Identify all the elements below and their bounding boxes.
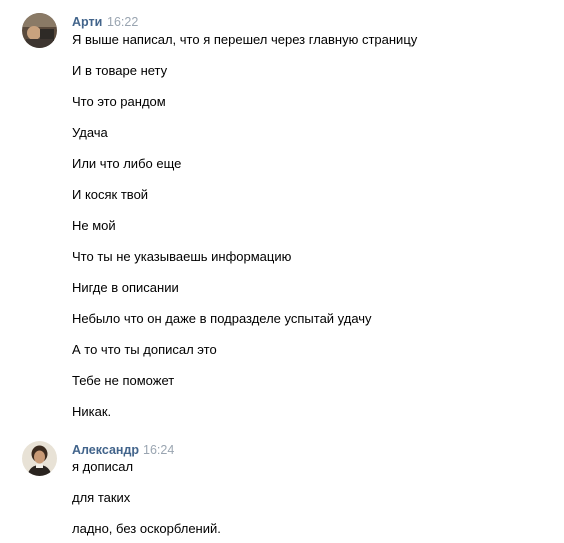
message-text: я дописал bbox=[72, 459, 134, 474]
avatar[interactable] bbox=[22, 441, 57, 476]
message-text: И в товаре нету bbox=[72, 63, 168, 78]
message-text: Что это рандом bbox=[72, 94, 166, 109]
user-avatar-photo-icon bbox=[22, 441, 57, 476]
message-text: Или что либо еще bbox=[72, 156, 182, 171]
message-text: Я выше написал, что я перешел через глав… bbox=[72, 32, 418, 47]
message-text: Нигде в описании bbox=[72, 280, 179, 295]
message-author[interactable]: Арти bbox=[72, 15, 102, 29]
message-text: ладно, без оскорблений. bbox=[72, 521, 221, 536]
message-text: Никак. bbox=[72, 404, 112, 419]
message-text: Небыло что он даже в подразделе успытай … bbox=[72, 311, 372, 326]
message-text: А то что ты дописал это bbox=[72, 342, 217, 357]
message-text: И косяк твой bbox=[72, 187, 149, 202]
message-time[interactable]: 16:24 bbox=[143, 443, 174, 457]
message-author[interactable]: Александр bbox=[72, 443, 139, 457]
message-time[interactable]: 16:22 bbox=[107, 15, 138, 29]
avatar[interactable] bbox=[22, 13, 57, 48]
message-text: Что ты не указываешь информацию bbox=[72, 249, 292, 264]
message-text: для таких bbox=[72, 490, 131, 505]
user-avatar-photo-icon bbox=[22, 13, 57, 48]
message-text: Удача bbox=[72, 125, 108, 140]
message-text: Не мой bbox=[72, 218, 116, 233]
message-text: Тебе не поможет bbox=[72, 373, 175, 388]
